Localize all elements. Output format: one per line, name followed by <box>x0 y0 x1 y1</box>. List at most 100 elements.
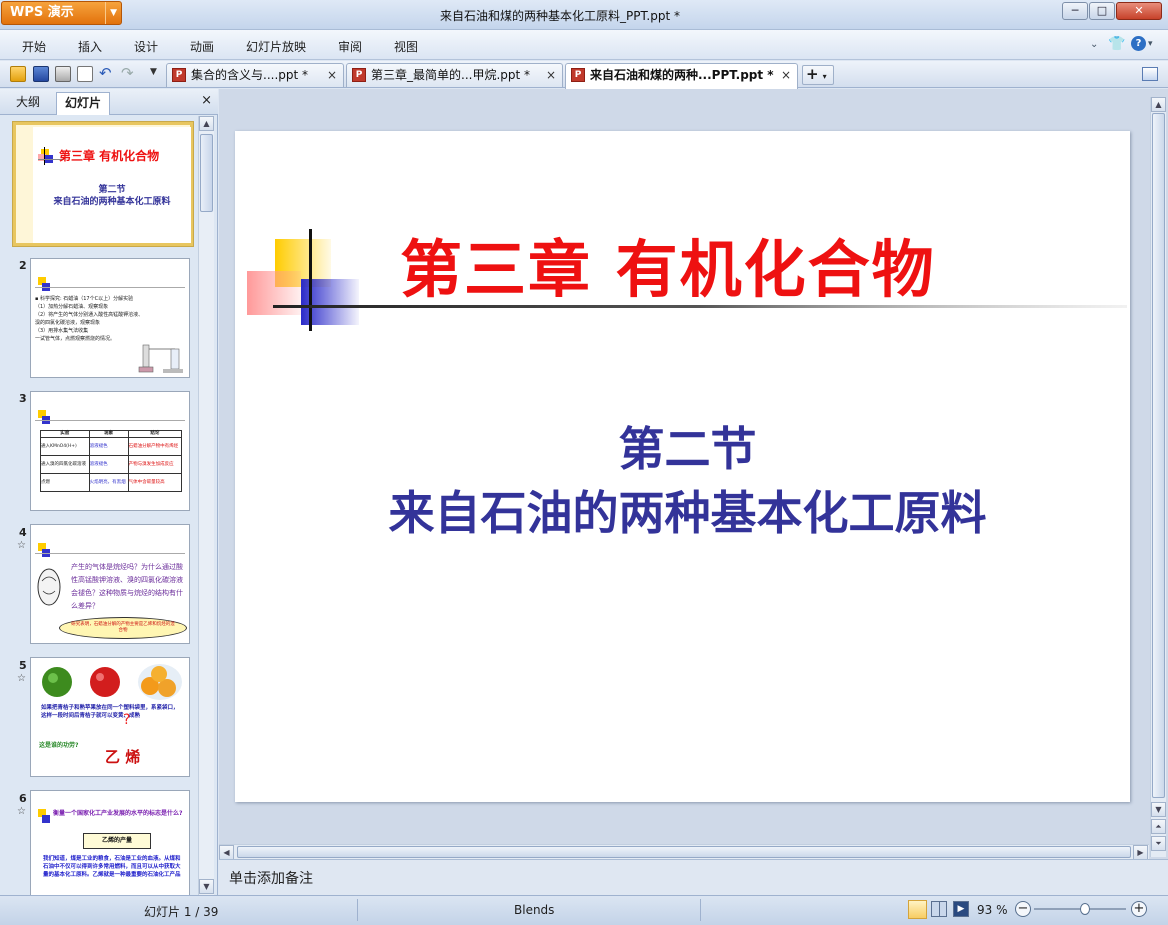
menu-insert[interactable]: 插入 <box>78 38 102 55</box>
pane-close-button[interactable]: × <box>201 93 212 108</box>
table-cell: 通入溴的四氯化碳溶液 <box>40 455 90 474</box>
tab-close-button[interactable]: × <box>546 64 556 86</box>
slide-thumbnail-6[interactable]: 衡量一个国家化工产业发展的水平的标志是什么? 乙烯的产量 我们知道，煤是工业的粮… <box>30 790 190 895</box>
thumb-table: 实验 现象 结论 通入KMnO4(H+) 溶液褪色 石蜡油分解产物中有烯烃 通入… <box>40 430 183 492</box>
slide-canvas[interactable]: 第三章 有机化合物 第二节 来自石油的两种基本化工原料 <box>235 131 1130 802</box>
scroll-left-icon[interactable]: ◀ <box>219 845 234 860</box>
slide-thumbnail-4[interactable]: 产生的气体是烷烃吗？为什么通过酸性高锰酸钾溶液、溴的四氯化碳溶液会褪色？这种物质… <box>30 524 190 644</box>
slide-logo <box>35 275 185 295</box>
zoom-in-icon[interactable]: + <box>1131 901 1147 917</box>
scroll-down-icon[interactable]: ▼ <box>1151 802 1166 817</box>
zoom-slider-track[interactable] <box>1034 903 1126 915</box>
lab-apparatus-image <box>138 344 183 373</box>
slide-counter: 幻灯片 1 / 39 <box>144 905 219 919</box>
slide-sorter-view-icon[interactable] <box>931 901 947 917</box>
notes-pane[interactable]: 单击添加备注 <box>219 859 1168 895</box>
tab-document-2[interactable]: P 第三章_最简单的...甲烷.ppt * × <box>346 63 563 87</box>
thumb-body: 我们知道，煤是工业的粮食，石油是工业的血液。从煤和石油中不仅可以得到许多常用燃料… <box>43 856 181 878</box>
menu-slideshow[interactable]: 幻灯片放映 <box>246 38 306 55</box>
editor-horizontal-scrollbar[interactable]: ◀ ▶ <box>219 844 1149 860</box>
help-icon[interactable]: ? <box>1131 36 1146 51</box>
menu-design[interactable]: 设计 <box>134 38 158 55</box>
animation-star-icon: ☆ <box>17 540 26 551</box>
zoom-level[interactable]: 93 % <box>977 903 1008 917</box>
scroll-thumb[interactable] <box>237 846 1131 858</box>
tab-outline[interactable]: 大纲 <box>8 92 48 115</box>
notes-placeholder[interactable]: 单击添加备注 <box>229 871 313 887</box>
menu-view[interactable]: 视图 <box>394 38 418 55</box>
zoom-slider-thumb[interactable] <box>1079 903 1090 915</box>
thumb-subtitle: 来自石油的两种基本化工原料 <box>53 197 171 207</box>
thumb-text: 如果把青桔子和熟苹果放在同一个塑料袋里，系紧袋口，这样一段时间后青桔子就可以变黄… <box>41 705 179 719</box>
menu-bar: 开始 插入 设计 动画 幻灯片放映 审阅 视图 ⌄ 👕 ? ▾ <box>0 30 1168 60</box>
scroll-thumb[interactable] <box>1152 113 1165 798</box>
slide-number: 6 <box>19 792 27 805</box>
table-cell: 现象 <box>88 430 129 438</box>
close-button[interactable]: ✕ <box>1116 2 1162 20</box>
slide-section-heading[interactable]: 第二节 <box>235 413 1140 479</box>
open-folder-icon[interactable] <box>10 66 26 82</box>
save-icon[interactable] <box>33 66 49 82</box>
table-cell: 石蜡油分解产物中有烯烃 <box>127 437 183 456</box>
scroll-up-icon[interactable]: ▲ <box>1151 97 1166 112</box>
slide-thumbnail-2[interactable]: ▪ 科学探究: 石蜡油（17个C以上）分解实验 （1）加热分解石蜡油、观察现象 … <box>30 258 190 378</box>
slideshow-view-icon[interactable]: ▶ <box>953 901 969 917</box>
previous-slide-icon[interactable]: ⏶ <box>1151 819 1166 834</box>
slide-title[interactable]: 第三章 有机化合物 <box>400 219 936 309</box>
slide-thumbnail-list: 1 第三章 有机化合物 第二节 来自石油的两种基本化工原料 2 <box>0 116 198 895</box>
minimize-button[interactable]: ─ <box>1062 2 1088 20</box>
table-cell: 气体中含碳量较高 <box>127 473 183 492</box>
customize-toolbar-icon[interactable]: ▼ <box>150 67 157 77</box>
app-name: WPS 演示 <box>10 5 74 20</box>
thumb-line: 溴的四氯化碳溶液，观察现象 <box>35 320 101 326</box>
menu-review[interactable]: 审阅 <box>338 38 362 55</box>
slide-thumbnail-1[interactable]: 第三章 有机化合物 第二节 来自石油的两种基本化工原料 <box>12 121 194 247</box>
table-cell: 通入KMnO4(H+) <box>40 437 90 456</box>
thumb-box: 乙烯的产量 <box>83 833 151 849</box>
slide-editor: 第三章 有机化合物 第二节 来自石油的两种基本化工原料 ▲ ▼ ⏶ ⏷ ◀ ▶ … <box>219 89 1168 895</box>
slide-subtitle[interactable]: 来自石油的两种基本化工原料 <box>235 477 1140 543</box>
thumb-callout: 研究表明，石蜡油分解的产物主要是乙烯和烷烃的混合物 <box>59 617 187 639</box>
slide-thumbnail-5[interactable]: 如果把青桔子和熟苹果放在同一个塑料袋里，系紧袋口，这样一段时间后青桔子就可以变黄… <box>30 657 190 777</box>
skin-icon[interactable]: 👕 <box>1108 36 1125 52</box>
thumb-title: 第三章 有机化合物 <box>59 149 160 163</box>
scroll-right-icon[interactable]: ▶ <box>1133 845 1148 860</box>
scroll-thumb[interactable] <box>200 134 213 212</box>
table-cell: 实验 <box>40 430 90 438</box>
print-icon[interactable] <box>55 66 71 82</box>
table-cell: 溶液褪色 <box>88 437 129 456</box>
chevron-down-icon[interactable]: ⌄ <box>1090 39 1098 50</box>
print-preview-icon[interactable] <box>77 66 93 82</box>
thumbnail-scrollbar[interactable]: ▲ ▼ <box>198 116 214 895</box>
ppt-file-icon: P <box>571 68 585 82</box>
tab-document-3-active[interactable]: P 来自石油和煤的两种...PPT.ppt * × <box>565 63 798 89</box>
new-tab-button[interactable]: + ▾ <box>802 65 834 85</box>
table-cell: 结论 <box>127 430 183 438</box>
next-slide-icon[interactable]: ⏷ <box>1151 836 1166 851</box>
redo-icon[interactable]: ↷ <box>121 64 134 82</box>
tab-document-1[interactable]: P 集合的含义与....ppt * × <box>166 63 344 87</box>
tab-close-button[interactable]: × <box>327 64 337 86</box>
tab-list-icon[interactable] <box>1142 67 1158 81</box>
scroll-up-icon[interactable]: ▲ <box>199 116 214 131</box>
thumb-line: ▪ 科学探究: 石蜡油（17个C以上）分解实验 <box>35 296 134 302</box>
editor-vertical-scrollbar[interactable]: ▲ ▼ ⏶ ⏷ <box>1150 97 1166 857</box>
normal-view-icon[interactable] <box>908 900 927 919</box>
menu-start[interactable]: 开始 <box>22 38 46 55</box>
chevron-down-icon: ▼ <box>105 2 117 24</box>
table-cell: 点燃 <box>40 473 90 492</box>
maximize-button[interactable]: □ <box>1089 2 1115 20</box>
menu-animation[interactable]: 动画 <box>190 38 214 55</box>
tab-slides[interactable]: 幻灯片 <box>56 92 111 115</box>
slide-thumbnail-3[interactable]: 实验 现象 结论 通入KMnO4(H+) 溶液褪色 石蜡油分解产物中有烯烃 通入… <box>30 391 190 511</box>
pane-tabs: 大纲 幻灯片 × <box>0 89 218 115</box>
undo-icon[interactable]: ↶ <box>99 64 112 82</box>
wps-app-menu-button[interactable]: WPS 演示 ▼ <box>1 1 122 25</box>
animation-star-icon: ☆ <box>17 673 26 684</box>
tab-close-button[interactable]: × <box>781 64 791 86</box>
quick-access-toolbar: ↶ ↷ ▼ P 集合的含义与....ppt * × P 第三章_最简单的...甲… <box>0 61 1168 89</box>
slide-logo <box>35 541 185 561</box>
help-dropdown-icon[interactable]: ▾ <box>1148 39 1153 49</box>
scroll-down-icon[interactable]: ▼ <box>199 879 214 894</box>
zoom-out-icon[interactable]: − <box>1015 901 1031 917</box>
